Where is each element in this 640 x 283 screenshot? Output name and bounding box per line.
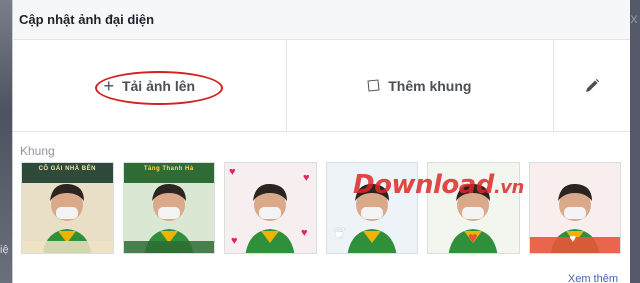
close-icon[interactable]: x — [626, 10, 640, 26]
heart-icon: ♥ — [569, 233, 577, 245]
pencil-icon — [584, 78, 600, 94]
dialog-title: Cập nhật ảnh đại diện — [19, 12, 155, 27]
profile-photo-thumbnail — [347, 183, 396, 253]
profile-photo-thumbnail — [246, 183, 295, 253]
actions-row: + Tải ảnh lên Thêm khung — [13, 40, 630, 132]
heart-icon: ♥ — [468, 230, 478, 247]
dialog-header: Cập nhật ảnh đại diện x — [13, 0, 638, 40]
frame-option[interactable]: ♥ — [427, 162, 520, 254]
frame-footer-band — [22, 241, 113, 253]
square-frame-icon — [367, 79, 380, 92]
upload-photo-button[interactable]: + Tải ảnh lên — [13, 40, 287, 131]
update-profile-picture-dialog: Cập nhật ảnh đại diện x + Tải ảnh lên Th… — [12, 0, 638, 283]
frame-option[interactable]: CÔ GÁI NHÀ BÊN — [21, 162, 114, 254]
frame-option[interactable]: ❦ — [325, 162, 418, 254]
frame-option[interactable]: ♥ — [528, 162, 621, 254]
page-backdrop-right — [630, 0, 640, 283]
frame-footer-band — [123, 241, 214, 253]
add-frame-label: Thêm khung — [388, 77, 472, 94]
frames-section-label: Khung — [20, 144, 55, 158]
heart-icon: ♥ — [302, 172, 310, 184]
heart-icon: ♥ — [231, 235, 238, 247]
dove-icon: ❦ — [332, 226, 346, 243]
see-more-link[interactable]: Xem thêm — [568, 273, 618, 283]
highlight-ring — [95, 71, 223, 105]
frames-list: CÔ GÁI NHÀ BÊN Tăng Thanh Hà ♥ ♥ ♥ ♥ ❦ ♥… — [13, 162, 630, 254]
frame-option[interactable]: ♥ ♥ ♥ ♥ — [224, 162, 317, 254]
heart-icon: ♥ — [300, 227, 308, 239]
frame-option[interactable]: Tăng Thanh Hà — [122, 162, 215, 254]
backdrop-text: iệ — [0, 244, 9, 256]
page-backdrop-left: iệ — [0, 0, 12, 283]
add-frame-button[interactable]: Thêm khung — [287, 40, 555, 131]
edit-button[interactable] — [554, 40, 630, 131]
heart-icon: ♥ — [229, 166, 236, 178]
